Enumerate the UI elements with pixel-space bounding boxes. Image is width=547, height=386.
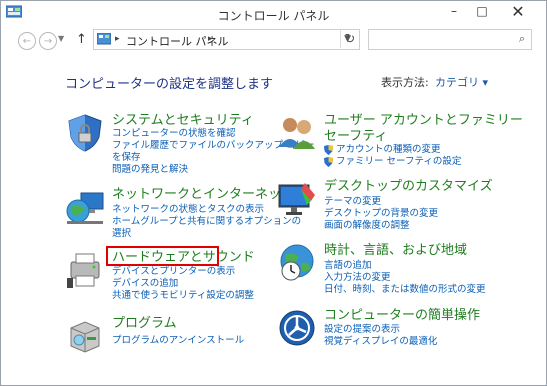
homegroup-options-link[interactable]: 選択 <box>112 228 301 240</box>
homegroup-options-link[interactable]: ホームグループと共有に関するオプションの <box>112 216 301 228</box>
users-icon[interactable] <box>277 113 317 153</box>
link-label[interactable]: ファミリー セーフティの設定 <box>336 156 461 168</box>
network-status-link[interactable]: ネットワークの状態とタスクの表示 <box>112 204 301 216</box>
uac-shield-icon <box>324 157 333 167</box>
forward-button[interactable]: → <box>39 32 57 50</box>
change-input-method-link[interactable]: 入力方法の変更 <box>324 272 486 284</box>
adjust-resolution-link[interactable]: 画面の解像度の調整 <box>324 220 438 232</box>
uac-shield-icon <box>324 145 333 155</box>
mobility-settings-link[interactable]: 共通で使うモビリティ設定の調整 <box>112 290 254 302</box>
address-toolbar: ← → ▼ ↑ ▸ コントロール パネル ▸ ▼ ↻ ⌕ <box>1 28 546 54</box>
refresh-icon: ↻ <box>344 31 356 47</box>
back-button[interactable]: ← <box>18 32 36 50</box>
change-account-type-link[interactable]: アカウントの種類の変更 <box>324 144 461 156</box>
highlight-box <box>106 246 219 266</box>
troubleshoot-link[interactable]: 問題の発見と解決 <box>112 164 315 176</box>
breadcrumb-separator-icon[interactable]: ▸ <box>208 34 213 44</box>
maximize-button[interactable]: □ <box>468 1 496 21</box>
change-background-link[interactable]: デスクトップの背景の変更 <box>324 208 438 220</box>
search-input[interactable]: ⌕ <box>368 29 532 50</box>
address-bar[interactable]: ▸ コントロール パネル ▸ ▼ <box>93 29 360 50</box>
change-formats-link[interactable]: 日付、時刻、または数値の形式の変更 <box>324 284 486 296</box>
category-title[interactable]: システムとセキュリティ <box>112 113 254 129</box>
category-title[interactable]: デスクトップのカスタマイズ <box>324 179 493 195</box>
family-safety-link[interactable]: ファミリー セーフティの設定 <box>324 156 461 168</box>
devices-printers-link[interactable]: デバイスとプリンターの表示 <box>112 266 254 278</box>
close-button[interactable]: ✕ <box>496 1 540 21</box>
arrow-up-icon: ↑ <box>76 32 87 47</box>
refresh-button[interactable]: ↻ <box>340 30 359 48</box>
breadcrumb-separator-icon[interactable]: ▸ <box>115 34 120 44</box>
category-title-line[interactable]: ユーザー アカウントとファミリー <box>324 113 523 129</box>
shield-icon[interactable] <box>65 113 105 153</box>
search-icon[interactable]: ⌕ <box>519 32 525 46</box>
printer-icon[interactable] <box>65 250 105 290</box>
control-panel-icon <box>97 33 111 45</box>
view-by-dropdown[interactable]: カテゴリ ▾ <box>435 74 488 90</box>
clock-globe-icon[interactable] <box>277 243 317 283</box>
optimize-visual-display-link[interactable]: 視覚ディスプレイの最適化 <box>324 336 437 348</box>
change-theme-link[interactable]: テーマの変更 <box>324 196 438 208</box>
uninstall-program-link[interactable]: プログラムのアンインストール <box>112 335 244 347</box>
arrow-right-icon: → <box>43 35 53 47</box>
file-history-backup-link[interactable]: を保存 <box>112 152 315 164</box>
title-bar: コントロール パネル – □ ✕ <box>1 1 546 27</box>
category-title-line[interactable]: セーフティ <box>324 129 523 145</box>
network-globe-icon[interactable] <box>65 187 105 227</box>
arrow-left-icon: ← <box>22 35 32 47</box>
add-device-link[interactable]: デバイスの追加 <box>112 278 254 290</box>
view-by-label: 表示方法: <box>381 76 429 89</box>
up-button[interactable]: ↑ <box>76 32 87 47</box>
link-label[interactable]: アカウントの種類の変更 <box>336 144 441 156</box>
breadcrumb-control-panel[interactable]: コントロール パネル <box>126 33 229 49</box>
category-title[interactable]: ネットワークとインターネット <box>112 187 294 203</box>
category-title[interactable]: コンピューターの簡単操作 <box>324 308 480 324</box>
programs-box-icon[interactable] <box>65 316 105 356</box>
control-panel-window: コントロール パネル – □ ✕ ← → ▼ ↑ ▸ コントロール パネル ▸ … <box>0 0 547 386</box>
minimize-button[interactable]: – <box>440 1 468 21</box>
category-title[interactable]: プログラム <box>112 316 177 332</box>
desktop-personalization-icon[interactable] <box>277 179 317 219</box>
category-title[interactable]: ユーザー アカウントとファミリー セーフティ <box>324 113 523 145</box>
get-recommendations-link[interactable]: 設定の提案の表示 <box>324 324 437 336</box>
ease-of-access-icon[interactable] <box>277 308 317 348</box>
category-title[interactable]: 時計、言語、および地域 <box>324 243 467 259</box>
recent-locations-dropdown[interactable]: ▼ <box>58 34 64 43</box>
add-language-link[interactable]: 言語の追加 <box>324 260 486 272</box>
page-heading: コンピューターの設定を調整します <box>65 77 274 92</box>
